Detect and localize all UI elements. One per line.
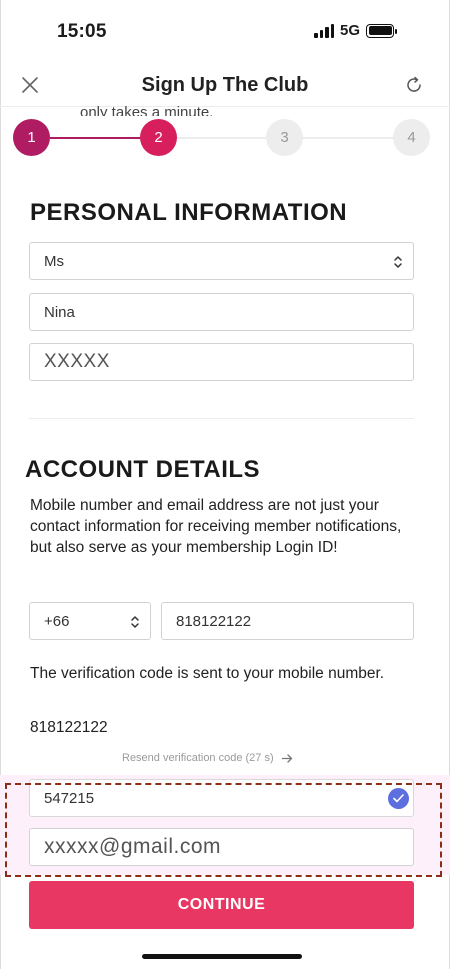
battery-icon: [366, 23, 398, 38]
select-arrows-icon: [131, 616, 139, 628]
step-2: 2: [140, 119, 177, 156]
account-details-heading: ACCOUNT DETAILS: [25, 456, 261, 483]
title-select[interactable]: Ms: [29, 242, 414, 280]
resend-code-link[interactable]: Resend verification code (27 s): [122, 752, 293, 764]
status-time: 15:05: [57, 21, 107, 42]
section-divider: [29, 418, 414, 419]
first-name-value: Nina: [44, 303, 75, 321]
page-subtitle: only takes a minute.: [80, 104, 214, 116]
phone-value: 818122122: [176, 612, 252, 630]
last-name-field[interactable]: XXXXX: [29, 343, 414, 381]
signal-icon: [314, 23, 334, 38]
step-1: 1: [13, 119, 50, 156]
sent-to-number: 818122122: [30, 719, 108, 736]
network-type: 5G: [340, 22, 361, 39]
continue-button[interactable]: CONTINUE: [29, 881, 414, 929]
highlight-dashed-border: [5, 783, 442, 877]
first-name-field[interactable]: Nina: [29, 293, 414, 331]
country-code-select[interactable]: +66: [29, 602, 151, 640]
select-arrows-icon: [394, 256, 402, 268]
status-indicators: 5G: [314, 22, 398, 39]
arrow-right-icon: [281, 753, 292, 763]
step-3: 3: [266, 119, 303, 156]
personal-info-heading: PERSONAL INFORMATION: [30, 199, 348, 226]
phone-field[interactable]: 818122122: [161, 602, 414, 640]
last-name-value: XXXXX: [44, 351, 110, 372]
refresh-icon: [407, 76, 421, 92]
page-title: Sign Up The Club: [141, 74, 309, 96]
header-divider: [0, 106, 450, 107]
step-4: 4: [393, 119, 430, 156]
verification-note: The verification code is sent to your mo…: [30, 665, 385, 682]
country-code-value: +66: [44, 612, 70, 630]
account-description: Mobile number and email address are not …: [30, 497, 402, 556]
resend-code-label: Resend verification code (27 s): [122, 752, 274, 764]
refresh-button[interactable]: [402, 73, 426, 97]
title-select-value: Ms: [44, 252, 64, 270]
home-indicator: [142, 954, 302, 959]
